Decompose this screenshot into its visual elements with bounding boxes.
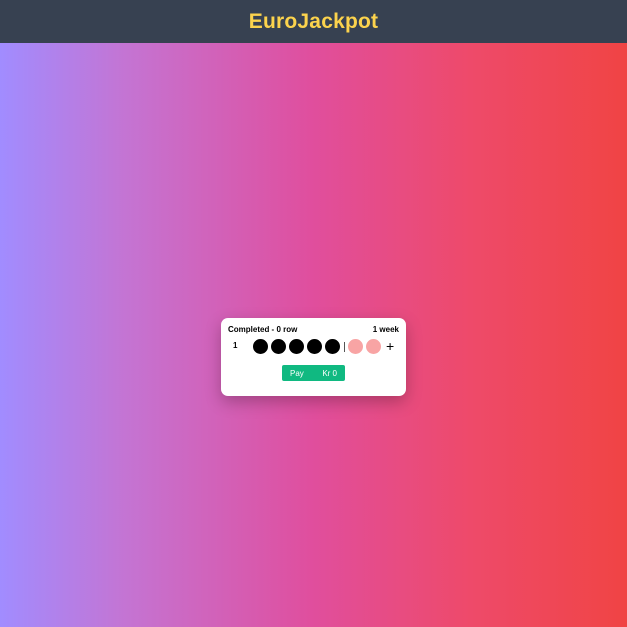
ticket-card-header: Completed - 0 row 1 week: [228, 325, 399, 334]
pay-label: Pay: [290, 368, 304, 378]
star-ball[interactable]: [348, 339, 363, 354]
ticket-duration[interactable]: 1 week: [373, 325, 399, 334]
main-ball[interactable]: [325, 339, 340, 354]
main-ball[interactable]: [307, 339, 322, 354]
ball-separator: [344, 341, 345, 352]
page: EuroJackpot Completed - 0 row 1 week 1 +…: [0, 0, 627, 627]
app-title: EuroJackpot: [248, 9, 379, 33]
main-ball[interactable]: [289, 339, 304, 354]
pay-button[interactable]: Pay Kr 0: [282, 365, 345, 381]
star-ball[interactable]: [366, 339, 381, 354]
row-balls: +: [253, 339, 394, 354]
pay-amount: Kr 0: [322, 368, 337, 378]
ticket-row: 1 +: [221, 338, 406, 356]
app-header: EuroJackpot: [0, 0, 627, 43]
main-ball[interactable]: [253, 339, 268, 354]
row-number: 1: [233, 341, 238, 350]
add-row-icon[interactable]: +: [386, 339, 394, 354]
ticket-card: Completed - 0 row 1 week 1 + Pay Kr 0: [221, 318, 406, 396]
ticket-status: Completed - 0 row: [228, 325, 298, 334]
main-ball[interactable]: [271, 339, 286, 354]
